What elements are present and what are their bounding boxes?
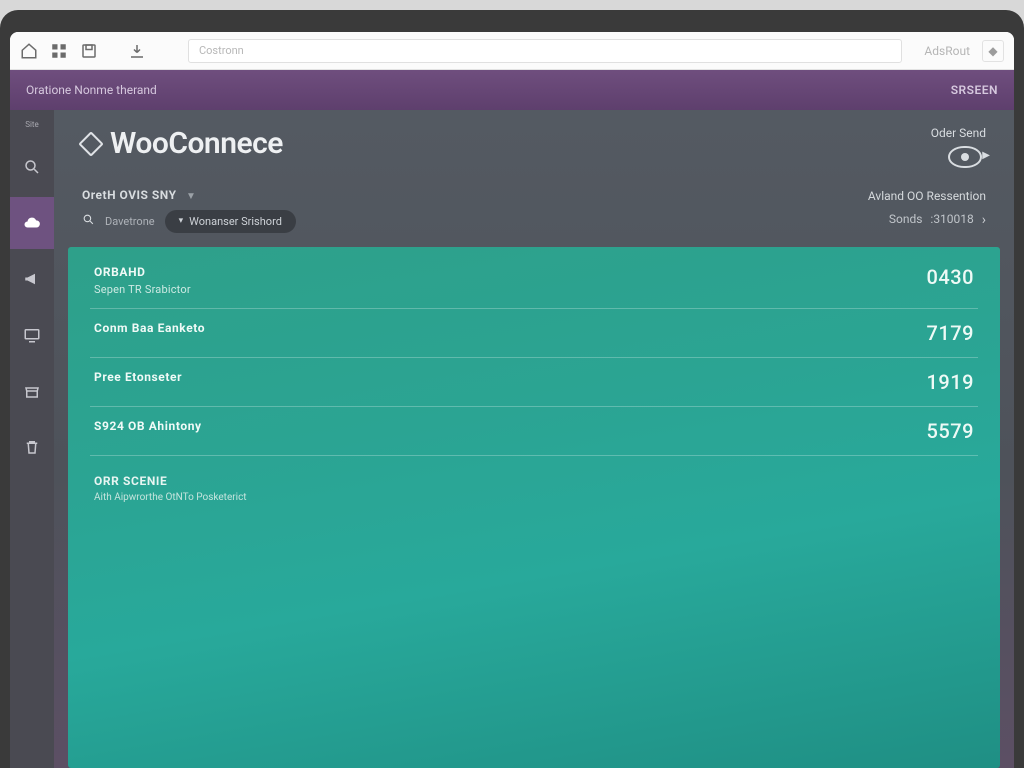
- home-icon[interactable]: [20, 42, 38, 60]
- order-send-label: Oder Send: [931, 126, 986, 140]
- eye-icon[interactable]: ▶: [948, 146, 982, 168]
- grid-icon[interactable]: [50, 42, 68, 60]
- sidebar-item-trash[interactable]: [10, 421, 54, 473]
- brand-block: WooConnece: [82, 126, 283, 161]
- search-label: Davetrone: [105, 215, 155, 228]
- app-sidebar: Site: [10, 110, 54, 768]
- stat-value: 5579: [927, 419, 974, 443]
- stat-row[interactable]: ORBAHD Sepen TR Srabictor 0430: [90, 261, 978, 309]
- section2-sub: Aith Aipwrorthe OtNTo Posketerict: [94, 492, 247, 503]
- stat-title: Conm Baa Eanketo: [94, 321, 205, 335]
- stat-value: 7179: [927, 321, 974, 345]
- stat-row[interactable]: S924 OB Ahintony 5579: [90, 407, 978, 456]
- filter-dropdown-label: Wonanser Srishord: [189, 215, 282, 228]
- sidebar-label: Site: [25, 120, 39, 129]
- stat-section-2: ORR SCENIE Aith Aipwrorthe OtNTo Poskete…: [90, 456, 978, 515]
- sonds-label: Sonds: [889, 209, 923, 231]
- stat-value: 0430: [927, 265, 974, 289]
- browser-toolbar: Costronn AdsRout ◆: [10, 32, 1014, 70]
- admin-bar-left: Oratione Nonme therand: [26, 83, 157, 97]
- main-content: WooConnece Oder Send ▶ OretH OVIS SNY: [54, 110, 1014, 768]
- order-send-block: Oder Send ▶: [931, 126, 986, 168]
- sidebar-item-store[interactable]: [10, 365, 54, 417]
- admin-bar: Oratione Nonme therand SRSEEN: [10, 70, 1014, 110]
- extension-icon[interactable]: ◆: [982, 40, 1004, 62]
- sonds-value: :310018: [930, 209, 973, 231]
- sidebar-item-screen[interactable]: [10, 309, 54, 361]
- search-icon[interactable]: [82, 213, 95, 230]
- sidebar-item-cloud[interactable]: [10, 197, 54, 249]
- section2-header: ORR SCENIE: [94, 474, 247, 488]
- meta-line1: Avland OO Ressention: [868, 186, 986, 208]
- stat-row[interactable]: Conm Baa Eanketo 7179: [90, 309, 978, 358]
- header-meta: Avland OO Ressention Sonds :310018 ›: [868, 186, 986, 233]
- stat-title: Pree Etonseter: [94, 370, 182, 384]
- overview-tab-label: OretH OVIS SNY: [82, 188, 177, 202]
- stats-panel: ORBAHD Sepen TR Srabictor 0430 Conm Baa …: [68, 247, 1000, 768]
- stat-row[interactable]: Pree Etonseter 1919: [90, 358, 978, 407]
- address-placeholder: Costronn: [199, 44, 244, 57]
- brand-title: WooConnece: [110, 126, 283, 161]
- sidebar-item-search[interactable]: [10, 141, 54, 193]
- stat-title: S924 OB Ahintony: [94, 419, 202, 433]
- address-bar[interactable]: Costronn: [188, 39, 902, 63]
- toolbar-right-label: AdsRout: [924, 44, 970, 58]
- disk-icon[interactable]: [80, 42, 98, 60]
- arrow-right-icon: ▶: [982, 150, 990, 161]
- download-icon[interactable]: [128, 42, 146, 60]
- stat-sub: Sepen TR Srabictor: [94, 283, 191, 296]
- sidebar-item-megaphone[interactable]: [10, 253, 54, 305]
- overview-tab[interactable]: OretH OVIS SNY ▼: [82, 188, 296, 210]
- admin-bar-right[interactable]: SRSEEN: [951, 83, 998, 97]
- brand-logo-icon: [78, 131, 103, 156]
- stat-title: ORBAHD: [94, 265, 191, 279]
- chevron-down-small-icon: ▾: [179, 216, 184, 226]
- chevron-right-icon[interactable]: ›: [982, 208, 986, 233]
- chevron-down-icon: ▼: [186, 191, 196, 202]
- filter-dropdown[interactable]: ▾ Wonanser Srishord: [165, 210, 296, 233]
- stat-value: 1919: [927, 370, 974, 394]
